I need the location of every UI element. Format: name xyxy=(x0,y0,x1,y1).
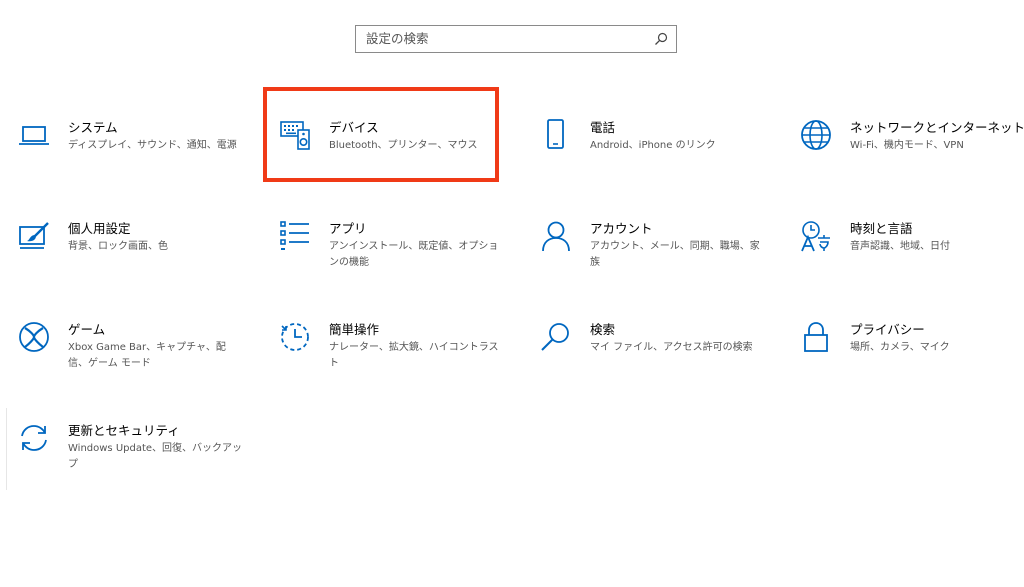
settings-search-input[interactable] xyxy=(356,26,656,51)
tile-phone[interactable]: 電話 Android、iPhone のリンク xyxy=(540,119,770,199)
lock-icon xyxy=(800,321,832,353)
settings-search-box[interactable] xyxy=(355,25,677,53)
tile-description: マイ ファイル、アクセス許可の検索 xyxy=(590,342,753,353)
tile-description: 背景、ロック画面、色 xyxy=(68,241,168,252)
tile-description: アカウント、メール、同期、職場、家族 xyxy=(590,241,760,268)
devices-icon xyxy=(279,119,311,151)
magnifier-icon xyxy=(540,321,572,353)
tile-system[interactable]: システム ディスプレイ、サウンド、通知、電源 xyxy=(18,119,248,199)
tile-title: システム xyxy=(68,120,118,135)
tile-description: ナレーター、拡大鏡、ハイコントラスト xyxy=(329,342,499,369)
tile-title: プライバシー xyxy=(850,322,925,337)
tile-title: アカウント xyxy=(590,221,653,236)
apps-list-icon xyxy=(279,220,311,252)
xbox-icon xyxy=(18,321,50,353)
globe-icon xyxy=(800,119,832,151)
tile-accounts[interactable]: アカウント アカウント、メール、同期、職場、家族 xyxy=(540,220,770,300)
tile-title: アプリ xyxy=(329,221,367,236)
tile-title: 時刻と言語 xyxy=(850,221,913,236)
tile-description: アンインストール、既定値、オプションの機能 xyxy=(329,241,499,268)
tile-title: 電話 xyxy=(590,120,616,135)
tile-title: ネットワークとインターネット xyxy=(850,120,1024,135)
tile-title: デバイス xyxy=(329,120,379,135)
tile-description: Wi-Fi、機内モード、VPN xyxy=(850,140,964,151)
tile-devices[interactable]: デバイス Bluetooth、プリンター、マウス xyxy=(279,119,509,199)
search-icon[interactable] xyxy=(653,31,669,47)
person-icon xyxy=(540,220,572,252)
tile-description: 音声認識、地域、日付 xyxy=(850,241,950,252)
tile-title: 更新とセキュリティ xyxy=(68,423,180,438)
phone-icon xyxy=(540,119,572,151)
tile-description: ディスプレイ、サウンド、通知、電源 xyxy=(68,140,237,151)
focus-edge xyxy=(6,408,7,490)
ease-of-access-icon xyxy=(279,321,311,353)
tile-personalization[interactable]: 個人用設定 背景、ロック画面、色 xyxy=(18,220,248,300)
tile-description: Windows Update、回復、バックアップ xyxy=(68,443,243,470)
tile-title: 個人用設定 xyxy=(68,221,131,236)
tile-description: Bluetooth、プリンター、マウス xyxy=(329,140,478,151)
tile-description: Xbox Game Bar、キャプチャ、配信、ゲーム モード xyxy=(68,342,226,369)
tile-gaming[interactable]: ゲーム Xbox Game Bar、キャプチャ、配信、ゲーム モード xyxy=(18,321,248,401)
tile-update-security[interactable]: 更新とセキュリティ Windows Update、回復、バックアップ xyxy=(18,422,248,502)
tile-description: 場所、カメラ、マイク xyxy=(850,342,950,353)
tile-ease-of-access[interactable]: 簡単操作 ナレーター、拡大鏡、ハイコントラスト xyxy=(279,321,509,401)
paintbrush-icon xyxy=(18,220,50,252)
tile-network[interactable]: ネットワークとインターネット Wi-Fi、機内モード、VPN xyxy=(800,119,1024,199)
refresh-icon xyxy=(18,422,50,454)
tile-title: ゲーム xyxy=(68,322,106,337)
tile-privacy[interactable]: プライバシー 場所、カメラ、マイク xyxy=(800,321,1024,401)
tile-description: Android、iPhone のリンク xyxy=(590,140,716,151)
tile-title: 検索 xyxy=(590,322,616,337)
laptop-icon xyxy=(18,119,50,151)
tile-title: 簡単操作 xyxy=(329,322,380,337)
tile-time-language[interactable]: 時刻と言語 音声認識、地域、日付 xyxy=(800,220,1024,300)
tile-search-settings[interactable]: 検索 マイ ファイル、アクセス許可の検索 xyxy=(540,321,770,401)
tile-apps[interactable]: アプリ アンインストール、既定値、オプションの機能 xyxy=(279,220,509,300)
time-language-icon xyxy=(800,220,832,252)
